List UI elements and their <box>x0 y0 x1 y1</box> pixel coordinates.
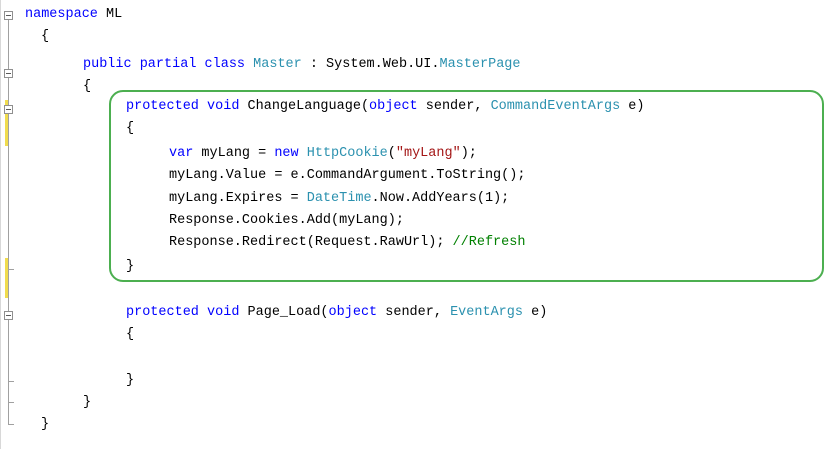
code-comment: //Refresh <box>452 235 526 250</box>
keyword: protected void <box>126 99 240 114</box>
code-text: myLang.Value = e.CommandArgument.ToStrin… <box>169 168 526 183</box>
code-line[interactable]: namespace ML <box>25 5 122 25</box>
brace: } <box>83 395 92 410</box>
code-text: sender, <box>417 99 491 114</box>
keyword: protected void <box>126 305 240 320</box>
brace: { <box>83 79 92 94</box>
brace: } <box>41 417 50 432</box>
code-line[interactable]: var myLang = new HttpCookie("myLang"); <box>169 144 477 164</box>
collapse-icon[interactable] <box>4 311 13 320</box>
code-text: ); <box>460 146 477 161</box>
code-line[interactable]: { <box>41 27 49 47</box>
fold-guide <box>8 20 9 69</box>
collapse-icon[interactable] <box>4 11 13 20</box>
code-text: Response.Cookies.Add(myLang); <box>169 213 404 228</box>
code-line[interactable]: myLang.Expires = DateTime.Now.AddYears(1… <box>169 189 509 209</box>
code-line[interactable]: public partial class Master : System.Web… <box>83 55 521 75</box>
code-line[interactable]: { <box>126 119 134 139</box>
code-line[interactable]: } <box>126 257 134 277</box>
brace: { <box>41 29 50 44</box>
code-text: sender, <box>377 305 451 320</box>
highlight-box <box>109 90 824 282</box>
code-text: ChangeLanguage( <box>239 99 370 114</box>
code-text: e) <box>523 305 548 320</box>
code-line[interactable]: } <box>41 415 49 435</box>
brace: } <box>126 373 135 388</box>
type-name: EventArgs <box>450 305 523 320</box>
keyword: var <box>169 146 194 161</box>
type-name: CommandEventArgs <box>490 99 621 114</box>
type-name: Master <box>253 57 302 72</box>
code-line[interactable]: { <box>83 77 91 97</box>
fold-end <box>8 424 14 425</box>
string-literal: "myLang" <box>395 146 461 161</box>
fold-guide <box>8 320 9 381</box>
brace: } <box>126 259 135 274</box>
code-text: ( <box>387 146 396 161</box>
keyword: object <box>369 99 418 114</box>
code-line[interactable]: protected void Page_Load(object sender, … <box>126 303 547 323</box>
code-line[interactable]: } <box>126 371 134 391</box>
code-text: e) <box>620 99 645 114</box>
keyword: namespace <box>25 7 98 22</box>
code-line[interactable]: } <box>83 393 91 413</box>
fold-guide <box>8 269 9 311</box>
type-name: MasterPage <box>439 57 521 72</box>
code-text: myLang = <box>193 146 275 161</box>
collapse-icon[interactable] <box>4 69 13 78</box>
code-line[interactable]: protected void ChangeLanguage(object sen… <box>126 97 645 117</box>
code-line[interactable]: Response.Cookies.Add(myLang); <box>169 211 404 231</box>
editor-gutter <box>1 0 45 449</box>
code-line[interactable]: Response.Redirect(Request.RawUrl); //Ref… <box>169 233 525 253</box>
code-text: ML <box>97 7 123 22</box>
type-name: DateTime <box>306 191 372 206</box>
code-text: Page_Load( <box>239 305 329 320</box>
code-line[interactable]: myLang.Value = e.CommandArgument.ToStrin… <box>169 166 525 186</box>
fold-guide <box>8 78 9 105</box>
code-text: : System.Web.UI. <box>301 57 440 72</box>
keyword: public partial class <box>83 57 246 72</box>
keyword: new <box>274 146 299 161</box>
fold-guide <box>8 381 9 402</box>
fold-guide <box>8 402 9 424</box>
keyword: object <box>328 305 378 320</box>
brace: { <box>126 121 135 136</box>
code-text: Response.Redirect(Request.RawUrl); <box>169 235 453 250</box>
code-editor[interactable]: namespace ML { public partial class Mast… <box>0 0 830 449</box>
code-line[interactable]: { <box>126 325 134 345</box>
code-text: myLang.Expires = <box>169 191 307 206</box>
brace: { <box>126 327 135 342</box>
type-name: HttpCookie <box>306 146 388 161</box>
code-text: .Now.AddYears(1); <box>371 191 510 206</box>
collapse-icon[interactable] <box>4 105 13 114</box>
fold-guide <box>8 114 9 269</box>
